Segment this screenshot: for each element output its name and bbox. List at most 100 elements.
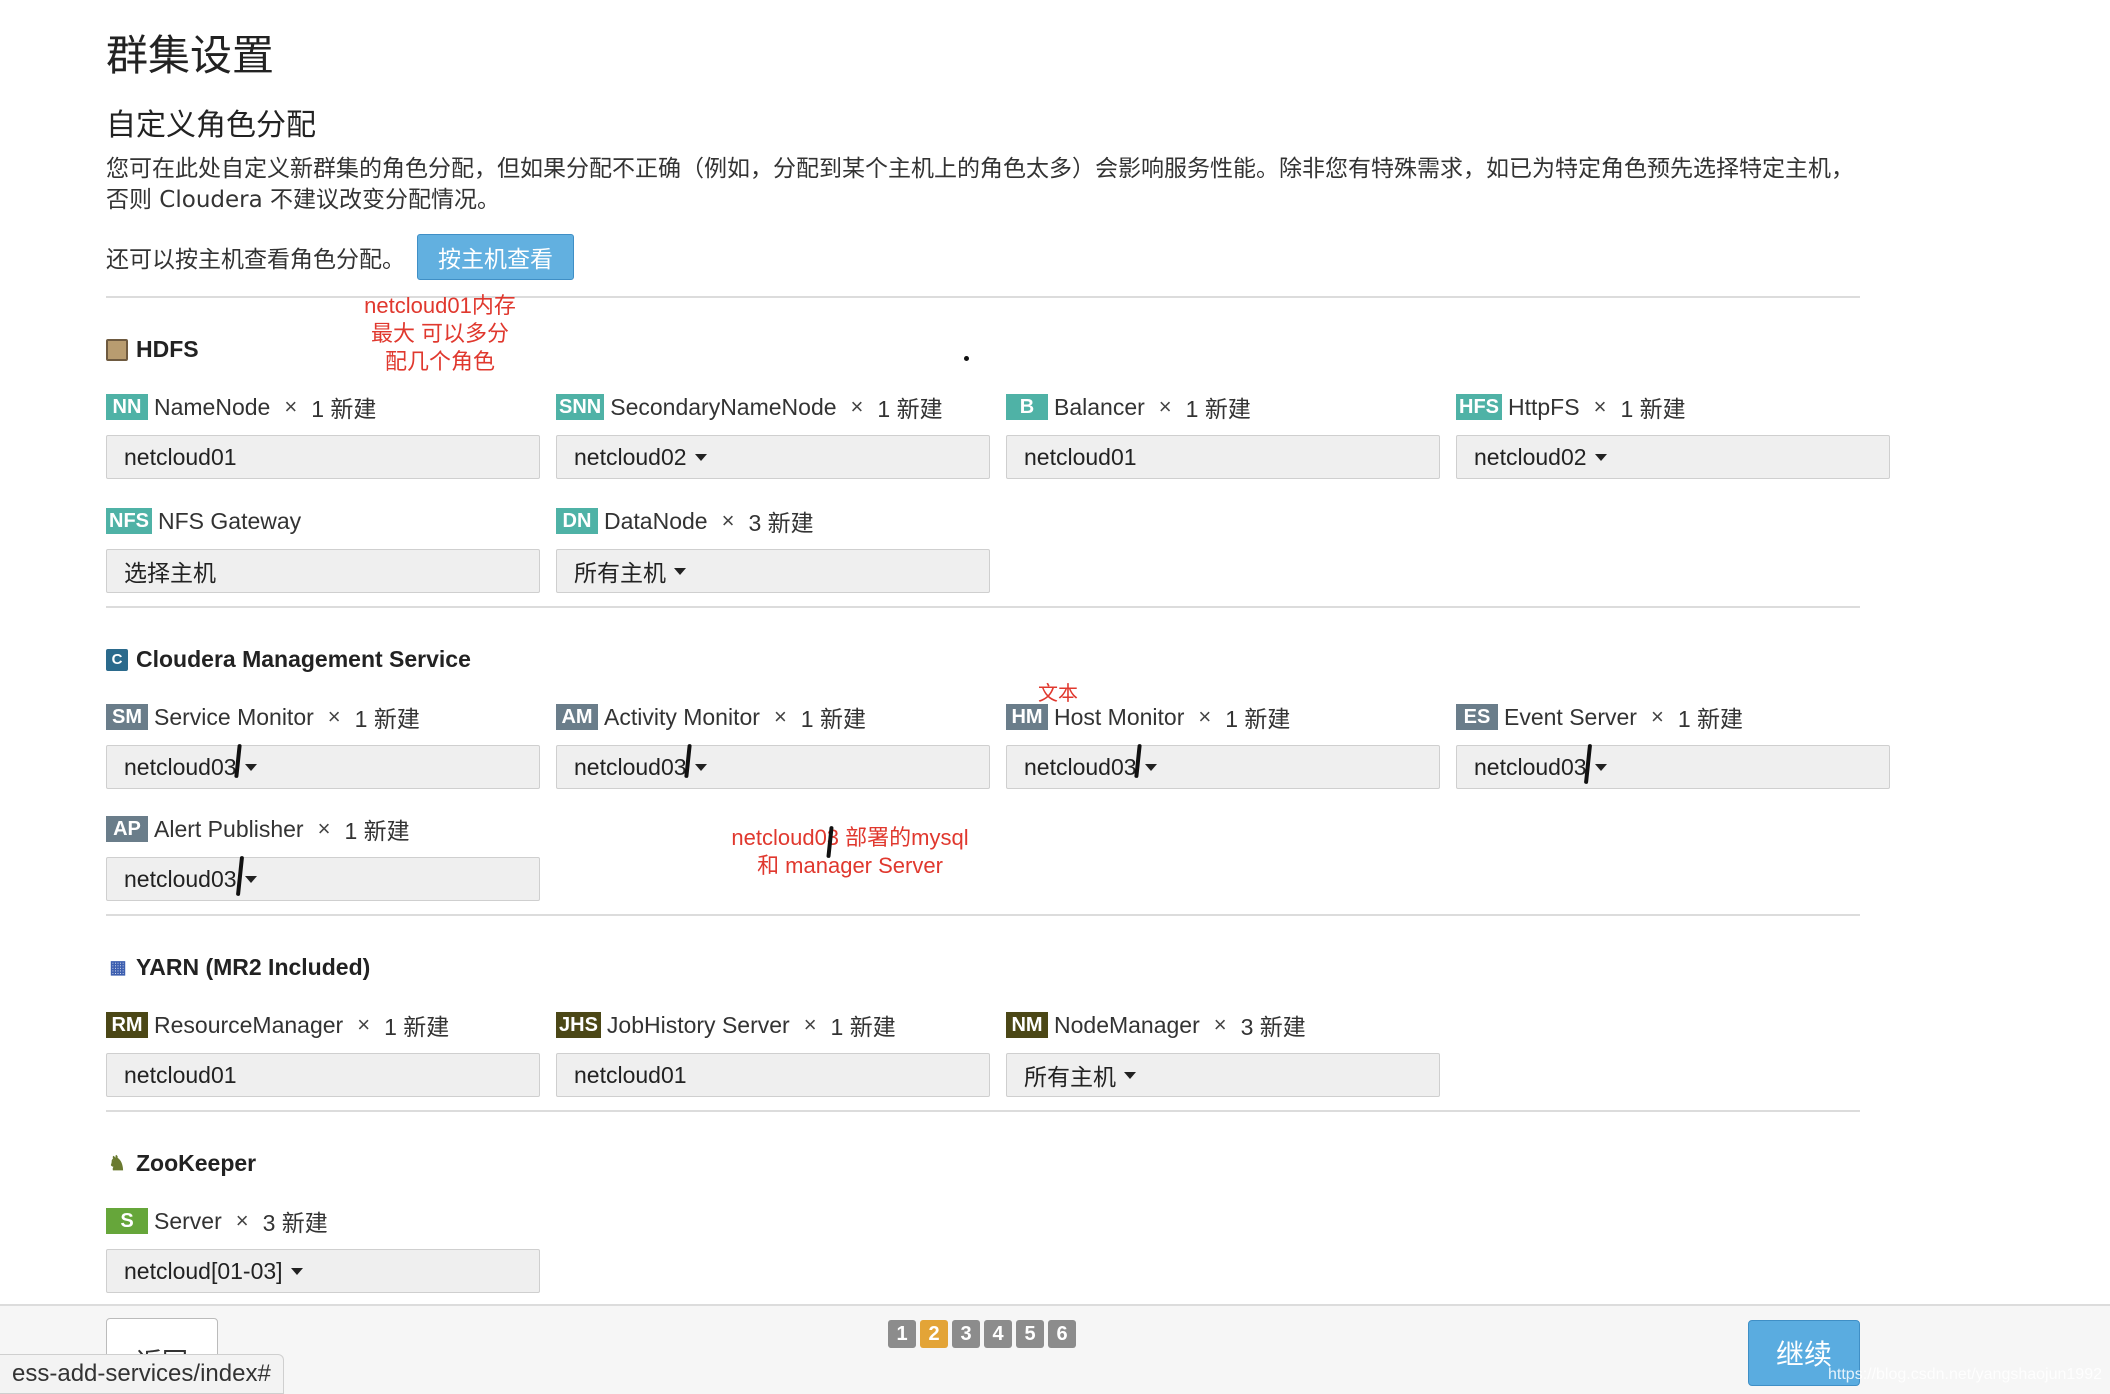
role-secondary-namenode: SNN SecondaryNameNode × 1 新建 netcloud02 [556, 390, 990, 479]
role-count: 1 新建 [877, 396, 943, 422]
jhs-badge: JHS [556, 1012, 601, 1038]
close-icon[interactable]: × [1214, 1012, 1227, 1038]
role-name: Host Monitor [1054, 703, 1185, 730]
caret-down-icon [290, 1267, 303, 1275]
host-dropdown[interactable]: netcloud03 [106, 857, 540, 901]
host-value: netcloud01 [1024, 443, 1137, 470]
host-dropdown[interactable]: netcloud03 [1006, 745, 1440, 789]
host-dropdown[interactable]: netcloud03 [106, 745, 540, 789]
role-count: 1 新建 [311, 396, 377, 422]
role-count: 1 新建 [800, 706, 866, 732]
role-service-monitor: SM Service Monitor × 1 新建 netcloud03 [106, 700, 540, 789]
step-2[interactable]: 2 [920, 1320, 948, 1348]
close-icon[interactable]: × [236, 1208, 249, 1234]
caret-down-icon [1594, 453, 1607, 461]
role-name: HttpFS [1508, 393, 1580, 420]
close-icon[interactable]: × [357, 1012, 370, 1038]
role-label: HFS HttpFS × 1 新建 [1456, 390, 1890, 424]
host-dropdown[interactable]: netcloud03 [1456, 745, 1890, 789]
step-3[interactable]: 3 [952, 1320, 980, 1348]
close-icon[interactable]: × [284, 394, 297, 420]
divider [106, 914, 1860, 916]
role-namenode: NN NameNode × 1 新建 netcloud01 [106, 390, 540, 479]
host-dropdown[interactable]: 所有主机 [1006, 1053, 1440, 1097]
zookeeper-icon: ♞ [108, 1153, 126, 1175]
host-field[interactable]: netcloud01 [106, 435, 540, 479]
role-count: 1 新建 [344, 818, 410, 844]
role-activity-monitor: AM Activity Monitor × 1 新建 netcloud03 [556, 700, 990, 789]
host-value: netcloud01 [124, 443, 237, 470]
host-dropdown[interactable]: 所有主机 [556, 549, 990, 593]
host-field[interactable]: netcloud01 [1006, 435, 1440, 479]
page-title: 群集设置 [106, 31, 275, 80]
host-value: netcloud02 [574, 443, 687, 470]
close-icon[interactable]: × [722, 508, 735, 534]
host-value: netcloud01 [574, 1061, 687, 1088]
caret-down-icon [694, 763, 707, 771]
close-icon[interactable]: × [318, 816, 331, 842]
url-status-tooltip: ess-add-services/index# [0, 1354, 284, 1394]
host-value: netcloud01 [124, 1061, 237, 1088]
caret-down-icon [244, 763, 257, 771]
annotation-mysql: netcloud03 部署的mysql 和 manager Server [731, 825, 969, 878]
role-name: Service Monitor [154, 703, 314, 730]
close-icon[interactable]: × [1159, 394, 1172, 420]
rm-badge: RM [106, 1012, 148, 1038]
close-icon[interactable]: × [804, 1012, 817, 1038]
caret-down-icon [674, 567, 686, 575]
step-6[interactable]: 6 [1048, 1320, 1076, 1348]
cms-header: C Cloudera Management Service [106, 646, 471, 673]
step-indicator: 1 2 3 4 5 6 [888, 1320, 1080, 1348]
yarn-title: YARN (MR2 Included) [136, 954, 371, 980]
role-label: SM Service Monitor × 1 新建 [106, 700, 540, 734]
role-label: NM NodeManager × 3 新建 [1006, 1008, 1440, 1042]
role-zk-server: S Server × 3 新建 netcloud[01-03] [106, 1204, 540, 1293]
hdfs-header: HDFS [106, 336, 199, 363]
host-value: 选择主机 [124, 560, 216, 586]
role-label: RM ResourceManager × 1 新建 [106, 1008, 540, 1042]
ap-badge: AP [106, 816, 148, 842]
step-5[interactable]: 5 [1016, 1320, 1044, 1348]
close-icon[interactable]: × [328, 704, 341, 730]
host-field[interactable]: netcloud01 [556, 1053, 990, 1097]
view-by-host-button[interactable]: 按主机查看 [417, 234, 574, 280]
namenode-badge: NN [106, 394, 148, 420]
close-icon[interactable]: × [851, 394, 864, 420]
yarn-header: ▦ YARN (MR2 Included) [106, 954, 370, 981]
host-dropdown[interactable]: netcloud03 [556, 745, 990, 789]
host-dropdown[interactable]: netcloud[01-03] [106, 1249, 540, 1293]
role-resource-manager: RM ResourceManager × 1 新建 netcloud01 [106, 1008, 540, 1097]
role-name: SecondaryNameNode [610, 393, 837, 420]
role-count: 1 新建 [384, 1014, 450, 1040]
divider [106, 606, 1860, 608]
close-icon[interactable]: × [1198, 704, 1211, 730]
caret-down-icon [244, 875, 257, 883]
zookeeper-header: ♞ ZooKeeper [106, 1150, 256, 1177]
nfs-badge: NFS [106, 508, 152, 534]
role-label: HM Host Monitor × 1 新建 [1006, 700, 1440, 734]
datanode-badge: DN [556, 508, 598, 534]
footer-bar: 返回 1 2 3 4 5 6 继续 [0, 1304, 2110, 1394]
role-count: 3 新建 [1240, 1014, 1306, 1040]
host-field[interactable]: netcloud01 [106, 1053, 540, 1097]
step-4[interactable]: 4 [984, 1320, 1012, 1348]
hdfs-icon [106, 338, 128, 361]
close-icon[interactable]: × [1594, 394, 1607, 420]
by-host-text: 还可以按主机查看角色分配。 [106, 247, 405, 273]
close-icon[interactable]: × [1651, 704, 1664, 730]
close-icon[interactable]: × [774, 704, 787, 730]
host-dropdown[interactable]: netcloud02 [1456, 435, 1890, 479]
host-dropdown[interactable]: netcloud02 [556, 435, 990, 479]
host-field[interactable]: 选择主机 [106, 549, 540, 593]
role-name: Activity Monitor [604, 703, 760, 730]
role-host-monitor: HM Host Monitor × 1 新建 netcloud03 [1006, 700, 1440, 789]
role-count: 1 新建 [354, 706, 420, 732]
host-value: netcloud[01-03] [124, 1257, 283, 1284]
role-name: Balancer [1054, 393, 1145, 420]
annotation-memory: netcloud01内存 最大 可以多分 配几个角色 [364, 293, 516, 374]
host-value: netcloud02 [1474, 443, 1587, 470]
role-name: JobHistory Server [606, 1011, 790, 1038]
role-httpfs: HFS HttpFS × 1 新建 netcloud02 [1456, 390, 1890, 479]
step-1[interactable]: 1 [888, 1320, 916, 1348]
yarn-icon: ▦ [109, 957, 126, 977]
